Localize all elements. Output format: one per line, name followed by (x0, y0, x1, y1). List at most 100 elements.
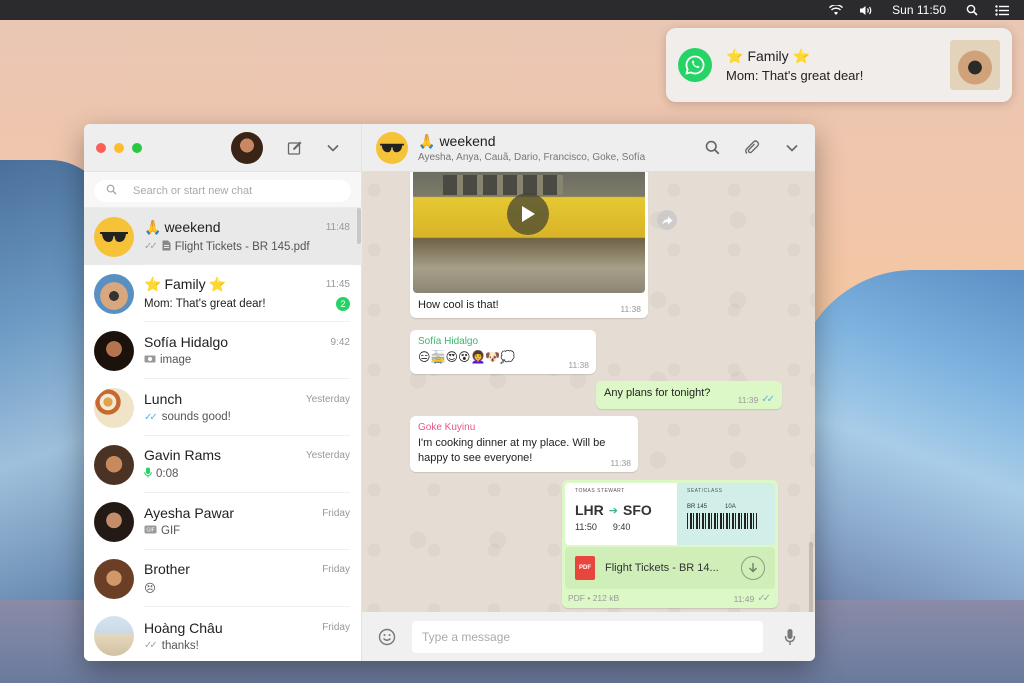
messages-scrollbar[interactable] (809, 542, 813, 612)
video-caption: How cool is that! (418, 299, 499, 311)
incoming-message[interactable]: Goke Kuyinu I'm cooking dinner at my pla… (410, 416, 638, 472)
chat-name: ⭐ Family ⭐ (144, 276, 226, 293)
menu-bar-clock[interactable]: Sun 11:50 (892, 3, 946, 17)
notification-center-icon[interactable] (994, 3, 1010, 17)
message-text: I'm cooking dinner at my place. Will be … (418, 437, 606, 464)
chat-preview: GIF GIF (144, 525, 180, 537)
ticket-preview[interactable]: TOMAS STEWART LHR ➔ SFO 11:50 9:40 SEAT/… (565, 483, 775, 545)
volume-icon[interactable] (858, 3, 874, 17)
chat-item-hoang-chau[interactable]: Hoàng Châu Friday ✓✓ thanks! (84, 607, 362, 661)
chat-item-gavin-rams[interactable]: Gavin Rams Yesterday 0:08 (84, 436, 362, 493)
chat-preview-text: image (160, 354, 192, 366)
attach-paperclip-icon[interactable] (743, 139, 761, 157)
star-emoji: ⭐ (792, 47, 811, 64)
chat-time: 11:48 (325, 221, 350, 233)
whatsapp-window: 🙏 weekend 11:48 ✓✓ Flight Tickets - BR 1… (84, 124, 815, 661)
ticket-depart: 11:50 (575, 522, 597, 532)
outgoing-message[interactable]: Any plans for tonight? 11:39 ✓✓ (596, 381, 782, 409)
chat-name: 🙏 weekend (144, 219, 220, 236)
video-thumbnail[interactable] (413, 172, 645, 293)
wifi-icon[interactable] (828, 3, 844, 17)
chat-preview-text: Flight Tickets - BR 145.pdf (174, 240, 310, 253)
chat-preview: image (144, 354, 191, 366)
chat-time: Friday (322, 622, 350, 633)
chat-item-ayesha-pawar[interactable]: Ayesha Pawar Friday GIF GIF (84, 493, 362, 550)
brother-avatar (94, 558, 134, 599)
message-time: 11:38 (610, 458, 631, 468)
search-bar (84, 172, 361, 208)
message-input[interactable] (422, 629, 753, 644)
family-avatar (94, 273, 134, 314)
document-icon (162, 240, 171, 254)
chat-item-lunch[interactable]: Lunch Yesterday ✓✓ sounds good! (84, 379, 362, 436)
notification-banner[interactable]: ⭐ Family ⭐ Mom: That's great dear! (666, 28, 1012, 102)
video-message[interactable]: How cool is that! 11:38 (410, 172, 648, 318)
search-icon[interactable] (703, 139, 721, 157)
message-sender: Sofía Hidalgo (418, 336, 479, 347)
sofia-avatar (94, 330, 134, 371)
conversation-title[interactable]: 🙏 weekend (418, 133, 703, 150)
microphone-icon[interactable] (779, 626, 801, 648)
sunglasses-emoji-avatar[interactable] (376, 131, 408, 164)
search-input[interactable] (133, 185, 339, 197)
play-icon[interactable] (507, 193, 549, 235)
chat-item-weekend[interactable]: 🙏 weekend 11:48 ✓✓ Flight Tickets - BR 1… (84, 208, 362, 265)
lunch-avatar (94, 387, 134, 428)
chat-item-family[interactable]: ⭐ Family ⭐ 11:45 Mom: That's great dear!… (84, 265, 362, 322)
svg-text:GIF: GIF (146, 528, 154, 534)
message-sender: Goke Kuyinu (418, 422, 476, 433)
ticket-origin: LHR (575, 502, 604, 518)
chat-name: Gavin Rams (144, 447, 222, 463)
incoming-message[interactable]: Sofía Hidalgo 😑🚋😍😵👩‍🦱🐶💭 11:38 (410, 330, 596, 374)
ticket-seat-row: BR 145 10A (687, 504, 765, 510)
microphone-icon (144, 467, 152, 481)
read-ticks-icon: ✓✓ (144, 241, 158, 252)
spotlight-search-icon[interactable] (964, 3, 980, 17)
ticket-times: 11:50 9:40 (575, 522, 667, 532)
chat-name-text: Family (164, 276, 206, 292)
arrow-right-icon: ➔ (608, 504, 618, 517)
ticket-destination: SFO (623, 502, 652, 518)
forward-icon[interactable] (657, 210, 677, 230)
read-ticks-icon: ✓✓ (144, 411, 158, 423)
pdf-file-row[interactable]: PDF Flight Tickets - BR 14... (565, 547, 775, 589)
document-message[interactable]: TOMAS STEWART LHR ➔ SFO 11:50 9:40 SEAT/… (562, 480, 778, 608)
profile-avatar[interactable] (231, 131, 263, 164)
chat-item-sofia-hidalgo[interactable]: Sofía Hidalgo 9:42 image (84, 322, 362, 379)
new-chat-icon[interactable] (285, 138, 305, 158)
minimize-window-button[interactable] (114, 142, 124, 153)
chat-item-brother[interactable]: Brother Friday 😣 (84, 550, 362, 607)
camera-icon (144, 354, 156, 366)
chat-name: Hoàng Châu (144, 619, 223, 636)
close-window-button[interactable] (96, 142, 106, 153)
chat-preview: ✓✓ Flight Tickets - BR 145.pdf (144, 240, 310, 254)
group-members: Ayesha, Anya, Cauã, Dario, Francisco, Go… (418, 151, 646, 163)
sunglasses-emoji-avatar (94, 216, 134, 257)
notification-body: Mom: That's great dear! (726, 67, 864, 83)
ayesha-avatar (94, 501, 134, 542)
message-time-text: 11:39 (737, 394, 759, 405)
chat-preview: 0:08 (144, 467, 178, 481)
message-text: Any plans for tonight? (604, 387, 711, 399)
download-icon[interactable] (741, 556, 765, 580)
sidebar-scrollbar[interactable] (357, 208, 361, 244)
hoang-avatar (94, 615, 134, 656)
chat-list: 🙏 weekend 11:48 ✓✓ Flight Tickets - BR 1… (84, 208, 362, 661)
unread-count-badge: 2 (336, 296, 350, 311)
ticket-seat: 10A (725, 504, 736, 510)
zoom-window-button[interactable] (132, 142, 142, 153)
gavin-avatar (94, 444, 134, 485)
chat-name: Sofía Hidalgo (144, 334, 229, 350)
read-ticks-icon: ✓✓ (144, 640, 158, 651)
star-emoji: ⭐ (144, 275, 162, 292)
chat-time: 9:42 (330, 336, 350, 348)
notification-title-text: Family (747, 48, 789, 64)
chat-sidebar: 🙏 weekend 11:48 ✓✓ Flight Tickets - BR 1… (84, 124, 362, 661)
chevron-down-icon[interactable] (783, 139, 801, 157)
search-icon (106, 184, 117, 198)
star-emoji: ⭐ (208, 275, 227, 292)
chevron-down-icon[interactable] (323, 138, 343, 158)
menu-bar: Sun 11:50 (0, 0, 1024, 20)
gif-icon: GIF (144, 525, 157, 537)
emoji-icon[interactable] (376, 626, 398, 648)
